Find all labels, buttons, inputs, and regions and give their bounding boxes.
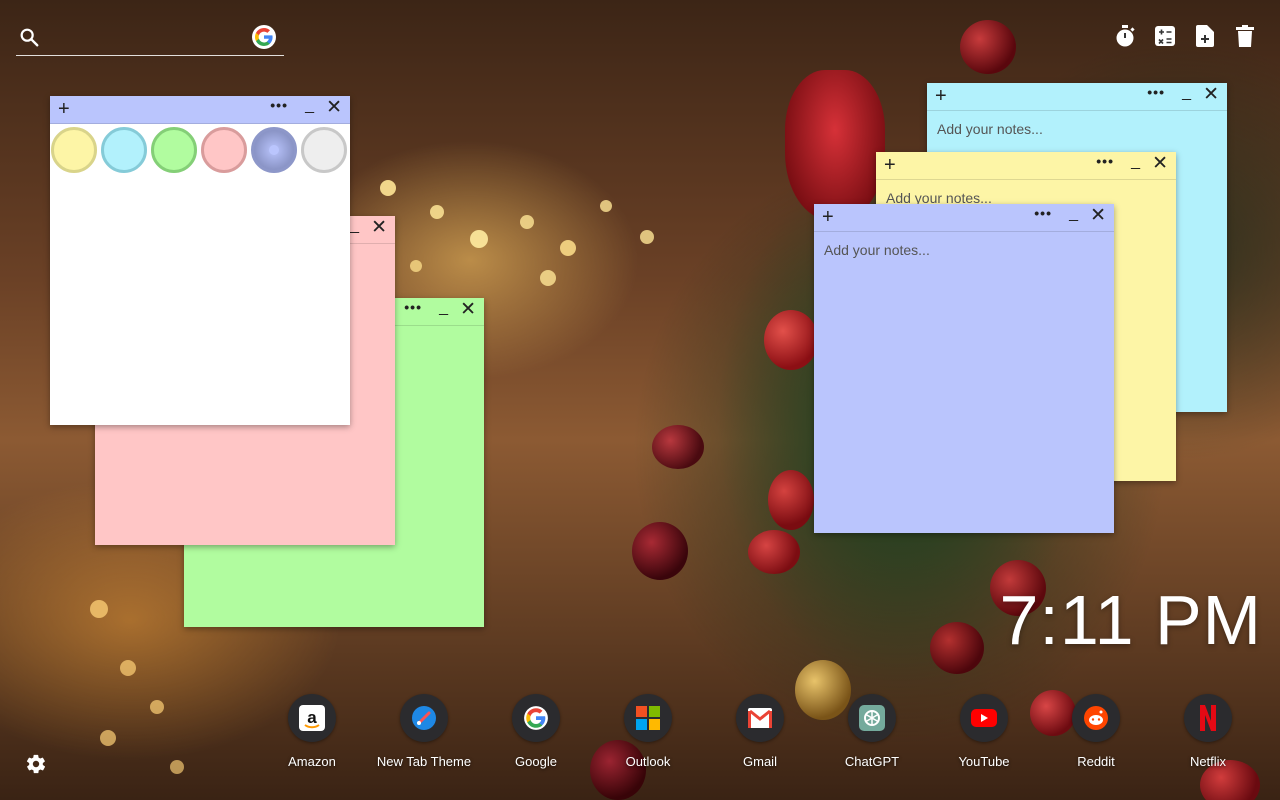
note-header: + ••• _ ✕ <box>50 96 350 124</box>
add-note-button[interactable]: + <box>58 99 70 119</box>
swatch-pink[interactable] <box>201 127 247 173</box>
shortcut-amazon[interactable]: a Amazon <box>256 694 368 769</box>
close-button[interactable]: ✕ <box>460 300 476 319</box>
gear-icon[interactable] <box>25 753 47 775</box>
swatch-blue[interactable] <box>251 127 297 173</box>
add-note-button[interactable]: + <box>884 155 896 175</box>
close-button[interactable]: ✕ <box>1203 85 1219 104</box>
more-options-button[interactable]: ••• <box>404 299 422 315</box>
close-button[interactable]: ✕ <box>371 218 387 237</box>
youtube-icon <box>960 694 1008 742</box>
netflix-icon <box>1184 694 1232 742</box>
shortcut-label: YouTube <box>958 754 1010 769</box>
top-toolbar <box>1114 24 1256 48</box>
note-textarea[interactable] <box>814 232 1114 533</box>
stopwatch-icon[interactable] <box>1114 24 1136 48</box>
shortcut-label: Google <box>515 754 557 769</box>
selected-indicator <box>269 145 279 155</box>
minimize-button[interactable]: _ <box>439 299 448 317</box>
color-palette <box>50 124 350 176</box>
shortcut-outlook[interactable]: Outlook <box>592 694 704 769</box>
swatch-white[interactable] <box>301 127 347 173</box>
shortcut-new-tab-theme[interactable]: New Tab Theme <box>368 694 480 769</box>
search-bar <box>16 22 284 56</box>
reddit-icon <box>1072 694 1120 742</box>
note-header: + ••• _ ✕ <box>876 152 1176 180</box>
trash-icon[interactable] <box>1234 24 1256 48</box>
calculator-icon[interactable] <box>1154 24 1176 48</box>
search-input[interactable] <box>48 24 248 50</box>
chatgpt-icon <box>848 694 896 742</box>
clock: 7:11 PM <box>999 581 1262 659</box>
close-button[interactable]: ✕ <box>326 98 342 117</box>
svg-text:a: a <box>307 708 317 727</box>
minimize-button[interactable]: _ <box>1131 153 1140 171</box>
shortcut-label: Netflix <box>1189 754 1227 769</box>
shortcut-reddit[interactable]: Reddit <box>1040 694 1152 769</box>
add-note-icon[interactable] <box>1194 24 1216 48</box>
shortcut-label: Amazon <box>288 754 336 769</box>
more-options-button[interactable]: ••• <box>1096 153 1114 169</box>
google-icon[interactable] <box>252 25 276 49</box>
sticky-note-blue[interactable]: + ••• _ ✕ <box>814 204 1114 533</box>
shortcut-youtube[interactable]: YouTube <box>928 694 1040 769</box>
shortcut-label: New Tab Theme <box>376 754 472 769</box>
note-header: + ••• _ ✕ <box>927 83 1227 111</box>
shortcut-chatgpt[interactable]: ChatGPT <box>816 694 928 769</box>
more-options-button[interactable]: ••• <box>270 97 288 113</box>
more-options-button[interactable]: ••• <box>1034 205 1052 221</box>
close-button[interactable]: ✕ <box>1152 154 1168 173</box>
search-icon[interactable] <box>18 26 40 48</box>
shortcut-netflix[interactable]: Netflix <box>1152 694 1264 769</box>
swatch-yellow[interactable] <box>51 127 97 173</box>
new-tab-theme-icon <box>400 694 448 742</box>
google-icon <box>512 694 560 742</box>
shortcut-label: Outlook <box>625 754 671 769</box>
note-header: + ••• _ ✕ <box>814 204 1114 232</box>
shortcut-gmail[interactable]: Gmail <box>704 694 816 769</box>
minimize-button[interactable]: _ <box>350 217 359 235</box>
minimize-button[interactable]: _ <box>305 97 314 115</box>
add-note-button[interactable]: + <box>822 207 834 227</box>
microsoft-icon <box>624 694 672 742</box>
more-options-button[interactable]: ••• <box>1147 84 1165 100</box>
close-button[interactable]: ✕ <box>1090 206 1106 225</box>
amazon-icon: a <box>288 694 336 742</box>
add-note-button[interactable]: + <box>935 86 947 106</box>
swatch-cyan[interactable] <box>101 127 147 173</box>
minimize-button[interactable]: _ <box>1069 205 1078 223</box>
shortcut-label: Gmail <box>743 754 777 769</box>
shortcut-google[interactable]: Google <box>480 694 592 769</box>
minimize-button[interactable]: _ <box>1182 84 1191 102</box>
shortcut-label: Reddit <box>1077 754 1115 769</box>
gmail-icon <box>736 694 784 742</box>
swatch-green[interactable] <box>151 127 197 173</box>
shortcuts-dock: a Amazon New Tab Theme Google Outlook Gm <box>256 694 1264 774</box>
shortcut-label: ChatGPT <box>844 754 900 769</box>
sticky-note-white[interactable]: + ••• _ ✕ <box>50 96 350 425</box>
